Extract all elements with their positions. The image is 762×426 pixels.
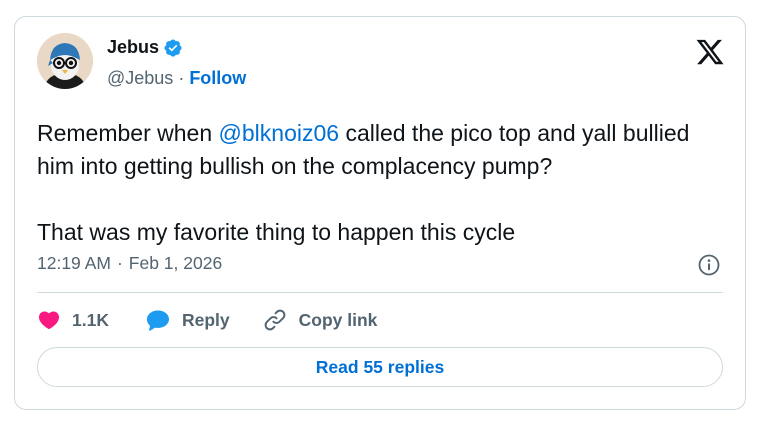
verified-badge-icon (164, 38, 182, 57)
author-handle-row: @Jebus · Follow (107, 68, 246, 89)
info-icon[interactable] (697, 253, 721, 277)
action-bar: 1.1K Reply Copy link (37, 307, 377, 333)
tweet-card: Jebus @Jebus · Follow Remember when @blk… (14, 16, 746, 410)
like-count: 1.1K (72, 309, 109, 330)
mention-link[interactable]: @blknoiz06 (219, 120, 340, 146)
read-replies-label: Read 55 replies (315, 356, 445, 377)
copy-link-button[interactable]: Copy link (262, 307, 378, 333)
reply-bubble-icon (146, 310, 169, 331)
penguin-avatar-icon (37, 33, 93, 89)
tweet-meta: 12:19 AM · Feb 1, 2026 (37, 253, 222, 274)
read-replies-button[interactable]: Read 55 replies (37, 347, 723, 387)
tweet-date[interactable]: Feb 1, 2026 (129, 253, 222, 274)
avatar[interactable] (37, 33, 93, 89)
tweet-time[interactable]: 12:19 AM (37, 253, 111, 274)
divider (37, 292, 723, 293)
tweet-text-before-mention: Remember when (37, 120, 219, 146)
author-handle[interactable]: @Jebus (107, 68, 173, 89)
author-display-name[interactable]: Jebus (107, 37, 159, 58)
reply-button[interactable]: Reply (145, 308, 230, 332)
meta-separator: · (116, 253, 123, 273)
link-icon (264, 309, 285, 331)
tweet-paragraph-1: Remember when @blknoiz06 called the pico… (37, 117, 727, 183)
heart-icon (38, 311, 60, 330)
copy-link-label: Copy link (298, 309, 378, 330)
like-button[interactable]: 1.1K (37, 308, 109, 332)
follow-button[interactable]: Follow (189, 68, 246, 89)
author-name-row: Jebus (107, 37, 183, 58)
tweet-text: Remember when @blknoiz06 called the pico… (37, 117, 727, 249)
reply-label: Reply (181, 309, 230, 330)
x-logo-icon[interactable] (695, 37, 725, 67)
handle-separator: · (178, 68, 185, 88)
tweet-paragraph-2: That was my favorite thing to happen thi… (37, 219, 516, 245)
